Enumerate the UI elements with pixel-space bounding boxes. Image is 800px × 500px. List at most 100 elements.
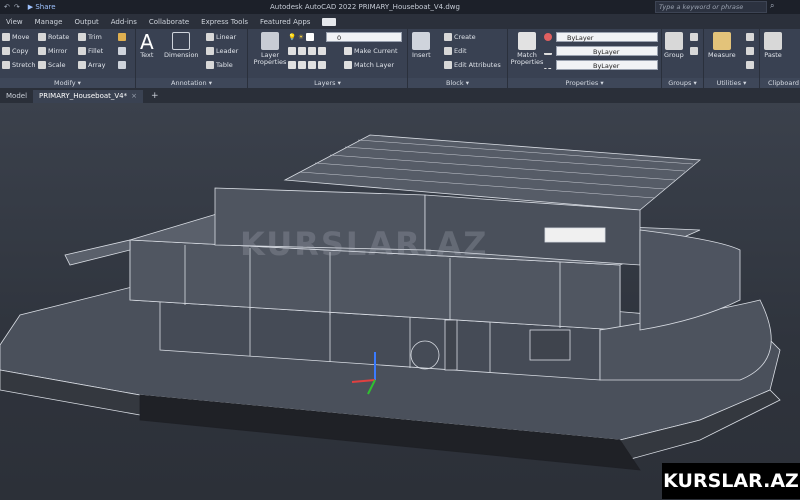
properties-panel-title[interactable]: Properties ▾ (508, 78, 661, 88)
new-tab-button[interactable]: + (151, 90, 159, 103)
paste-button[interactable]: Paste (764, 32, 782, 59)
explode-button[interactable] (118, 47, 126, 55)
color-wheel-icon (544, 33, 552, 41)
layer-dropdown[interactable]: 0 (326, 32, 402, 42)
drawing-viewport[interactable]: KURSLAR.AZ KURSLAR.AZ (0, 103, 800, 500)
search-input[interactable]: Type a keyword or phrase (655, 1, 767, 13)
workspace-dropdown[interactable] (322, 17, 337, 26)
edit-attributes-button[interactable]: Edit Attributes (444, 61, 501, 69)
array-button[interactable]: Array (78, 61, 106, 69)
linetype-dropdown[interactable]: ByLayer (556, 60, 658, 70)
measure-button[interactable]: Measure (708, 32, 736, 59)
tab-model[interactable]: Model (0, 90, 33, 103)
layer-state-icons[interactable]: 💡 ☀ (288, 33, 314, 41)
rotate-button[interactable]: Rotate (38, 33, 69, 41)
mirror-icon (38, 47, 46, 55)
calculator-button[interactable] (746, 61, 754, 69)
layer-freeze-icon (308, 47, 316, 55)
fillet-button[interactable]: Fillet (78, 47, 103, 55)
insert-button[interactable]: Insert (412, 32, 431, 59)
pick-button[interactable] (746, 33, 754, 41)
erase-button[interactable] (118, 33, 126, 41)
layer-delete-icon (308, 61, 316, 69)
dimension-icon (172, 32, 191, 50)
layer-tools-row[interactable] (288, 47, 326, 55)
leader-button[interactable]: Leader (206, 47, 238, 55)
group-edit-button[interactable] (690, 47, 698, 55)
close-icon[interactable]: × (131, 92, 137, 100)
match-properties-button[interactable]: Match Properties (510, 32, 544, 66)
quick-access-toolbar: ↶ ↷ ▶ Share (0, 3, 56, 11)
layer-merge-icon (298, 61, 306, 69)
menu-view[interactable]: View (0, 18, 29, 26)
linear-button[interactable]: Linear (206, 33, 236, 41)
block-panel-title[interactable]: Block ▾ (408, 78, 507, 88)
groups-panel-title[interactable]: Groups ▾ (662, 78, 703, 88)
offset-button[interactable] (118, 61, 126, 69)
trim-button[interactable]: Trim (78, 33, 102, 41)
layer-tools-row-2[interactable] (288, 61, 326, 69)
menu-addins[interactable]: Add-ins (105, 18, 143, 26)
text-icon: A (140, 30, 154, 54)
match-layer-button[interactable]: Match Layer (344, 61, 394, 69)
lineweight-dropdown[interactable]: ByLayer (556, 46, 658, 56)
menu-output[interactable]: Output (68, 18, 104, 26)
utilities-panel: Measure Utilities ▾ (704, 29, 760, 88)
text-button[interactable]: A Text (140, 32, 154, 59)
match-properties-icon (518, 32, 536, 50)
table-icon (206, 61, 214, 69)
file-tabs: Model PRIMARY_Houseboat_V4* × + (0, 88, 800, 103)
modify-panel-title[interactable]: Modify ▾ (0, 78, 135, 88)
block-panel: Insert Create Edit Edit Attributes Block… (408, 29, 508, 88)
menu-manage[interactable]: Manage (29, 18, 69, 26)
clipboard-panel-title[interactable]: Clipboard (760, 78, 800, 88)
layer-properties-icon (261, 32, 279, 50)
mirror-button[interactable]: Mirror (38, 47, 67, 55)
stretch-button[interactable]: Stretch (2, 61, 35, 69)
search-icon[interactable]: ⌕ (770, 1, 774, 11)
color-dropdown[interactable]: ByLayer (556, 32, 658, 42)
layer-off-icon (298, 47, 306, 55)
modify-panel: Move Rotate Trim Copy Mirror Fillet Stre… (0, 29, 136, 88)
utilities-panel-title[interactable]: Utilities ▾ (704, 78, 759, 88)
copy-button[interactable]: Copy (2, 47, 29, 55)
insert-icon (412, 32, 431, 50)
ungroup-button[interactable] (690, 33, 698, 41)
make-current-button[interactable]: Make Current (344, 47, 398, 55)
pencil-icon (118, 33, 126, 41)
edit-attributes-icon (444, 61, 452, 69)
edit-icon (444, 47, 452, 55)
menu-featured-apps[interactable]: Featured Apps (254, 18, 316, 26)
redo-icon[interactable]: ↷ (14, 3, 20, 11)
menu-express-tools[interactable]: Express Tools (195, 18, 254, 26)
tab-primary-houseboat[interactable]: PRIMARY_Houseboat_V4* × (33, 90, 144, 103)
cursor-icon (746, 33, 754, 41)
menu-collaborate[interactable]: Collaborate (143, 18, 195, 26)
stretch-icon (2, 61, 10, 69)
lineweight-icon (544, 47, 552, 55)
ungroup-icon (690, 33, 698, 41)
calculator-icon (746, 61, 754, 69)
layers-panel-title[interactable]: Layers ▾ (248, 78, 407, 88)
lightbulb-icon: 💡 (288, 33, 297, 41)
group-button[interactable]: Group (664, 32, 684, 59)
quick-select-button[interactable] (746, 47, 754, 55)
watermark-text: KURSLAR.AZ (240, 225, 489, 263)
layer-iso-icon (288, 47, 296, 55)
create-block-button[interactable]: Create (444, 33, 476, 41)
layers-panel: Layer Properties 💡 ☀ 0 Make Current Match… (248, 29, 408, 88)
dimension-button[interactable]: Dimension (164, 32, 199, 59)
undo-icon[interactable]: ↶ (4, 3, 10, 11)
annotation-panel-title[interactable]: Annotation ▾ (136, 78, 247, 88)
move-icon (2, 33, 10, 41)
layer-lock-icon (318, 47, 326, 55)
trim-icon (78, 33, 86, 41)
table-button[interactable]: Table (206, 61, 233, 69)
move-button[interactable]: Move (2, 33, 29, 41)
edit-block-button[interactable]: Edit (444, 47, 467, 55)
layer-properties-button[interactable]: Layer Properties (252, 32, 288, 66)
scale-button[interactable]: Scale (38, 61, 66, 69)
explode-icon (118, 47, 126, 55)
brand-logo: KURSLAR.AZ (662, 463, 800, 499)
share-button[interactable]: ▶ Share (28, 3, 56, 11)
